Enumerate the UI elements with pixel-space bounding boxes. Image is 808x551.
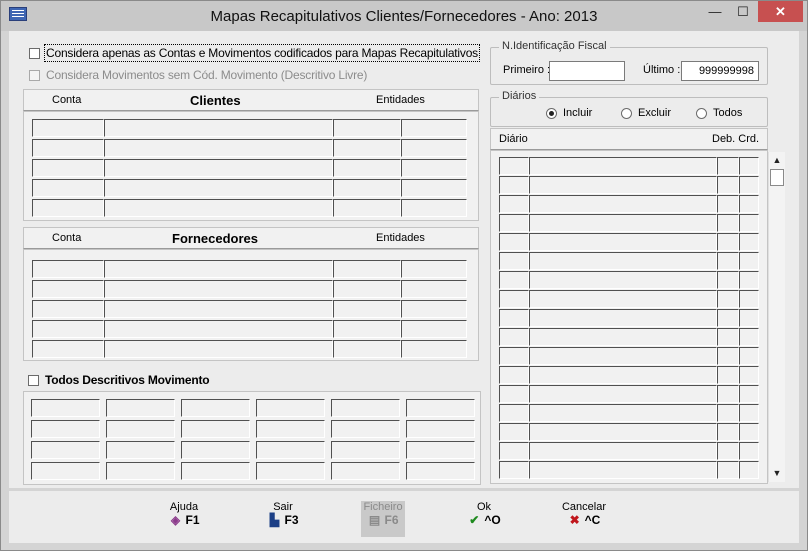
fornecedores-col-entidades: Entidades <box>376 232 425 244</box>
diario-col-debcrd: Deb. Crd. <box>712 133 760 145</box>
cancelar-button[interactable]: Cancelar ✖ ^C <box>559 501 609 537</box>
diario-grid-header: Diário Deb. Crd. <box>490 128 768 150</box>
radio-indicator-icon[interactable] <box>621 107 632 119</box>
todos-descritivos-label: Todos Descritivos Movimento <box>45 373 210 387</box>
close-button[interactable]: ✕ <box>758 1 803 22</box>
sair-button[interactable]: Sair ▙ F3 <box>260 501 306 537</box>
ok-key: ^O <box>484 513 501 527</box>
sair-key: F3 <box>284 513 299 527</box>
footer-toolbar: Ajuda ◈ F1 Sair ▙ F3 Ficheiro ▤ F6 Ok ✔ ^O C… <box>9 491 799 543</box>
diarios-todos-label: Todos <box>713 107 743 119</box>
diarios-excluir-radio[interactable]: Excluir <box>621 107 671 119</box>
ok-button[interactable]: Ok ✔ ^O <box>461 501 507 537</box>
fornecedores-col-conta: Conta <box>52 232 82 244</box>
diarios-todos-radio[interactable]: Todos <box>696 107 742 119</box>
ultimo-label: Último : <box>643 64 681 76</box>
maximize-button[interactable]: ☐ <box>729 1 757 22</box>
book-icon: ◈ <box>170 513 181 527</box>
ajuda-label: Ajuda <box>169 501 199 513</box>
ficheiro-button: Ficheiro ▤ F6 <box>361 501 405 537</box>
nif-group: N.Identificação Fiscal Primeiro : Último… <box>490 40 768 85</box>
ultimo-input[interactable] <box>681 61 759 81</box>
clientes-grid-header: Conta Clientes Entidades <box>23 89 479 111</box>
fornecedores-grid-title: Fornecedores <box>172 231 258 246</box>
clientes-grid-title: Clientes <box>190 93 241 108</box>
fornecedores-grid[interactable] <box>23 249 479 361</box>
codificados-label: Considera apenas as Contas e Movimentos … <box>44 44 480 62</box>
primeiro-label: Primeiro : <box>503 64 551 76</box>
primeiro-input[interactable] <box>549 61 625 81</box>
radio-indicator-icon[interactable] <box>696 107 707 119</box>
app-window: Mapas Recapitulativos Clientes/Fornecedo… <box>0 0 808 551</box>
ok-label: Ok <box>476 501 492 513</box>
scroll-up-arrow-icon[interactable]: ▲ <box>769 152 785 169</box>
sem-cod-label: Considera Movimentos sem Cód. Movimento … <box>46 68 368 82</box>
checkmark-icon: ✔ <box>469 513 480 527</box>
window-title: Mapas Recapitulativos Clientes/Fornecedo… <box>210 8 598 25</box>
todos-descritivos-checkbox[interactable] <box>28 374 39 386</box>
ficheiro-label: Ficheiro <box>363 501 403 513</box>
file-icon: ▤ <box>368 513 381 527</box>
fornecedores-grid-header: Conta Fornecedores Entidades <box>23 227 479 249</box>
ficheiro-key: F6 <box>384 513 399 527</box>
cross-icon: ✖ <box>569 513 580 527</box>
descritivos-grid[interactable] <box>23 391 481 485</box>
diario-grid[interactable] <box>490 150 768 484</box>
diarios-excluir-label: Excluir <box>638 107 672 119</box>
diarios-group: Diários Incluir Excluir Todos <box>490 90 768 127</box>
sem-cod-checkbox <box>29 69 40 81</box>
dialog-body: Considera apenas as Contas e Movimentos … <box>9 31 799 488</box>
cancelar-key: ^C <box>584 513 601 527</box>
codificados-checkbox-row[interactable]: Considera apenas as Contas e Movimentos … <box>29 44 480 62</box>
clientes-grid[interactable] <box>23 111 479 221</box>
clientes-col-conta: Conta <box>52 94 82 106</box>
exit-door-icon: ▙ <box>269 513 280 527</box>
diarios-group-title: Diários <box>499 90 540 102</box>
codificados-checkbox[interactable] <box>29 47 40 59</box>
diario-vertical-scrollbar[interactable]: ▲ ▼ <box>768 152 785 482</box>
scroll-down-arrow-icon[interactable]: ▼ <box>769 465 785 482</box>
scrollbar-thumb[interactable] <box>770 169 784 186</box>
todos-descritivos-checkbox-row[interactable]: Todos Descritivos Movimento <box>28 373 210 387</box>
ajuda-key: F1 <box>185 513 200 527</box>
sair-label: Sair <box>273 501 293 513</box>
cancelar-label: Cancelar <box>561 501 607 513</box>
ajuda-button[interactable]: Ajuda ◈ F1 <box>161 501 207 537</box>
nif-group-title: N.Identificação Fiscal <box>499 40 610 52</box>
title-bar: Mapas Recapitulativos Clientes/Fornecedo… <box>1 1 807 31</box>
clientes-col-entidades: Entidades <box>376 94 425 106</box>
minimize-button[interactable]: — <box>701 1 729 22</box>
radio-indicator-icon[interactable] <box>546 107 557 119</box>
sem-cod-checkbox-row: Considera Movimentos sem Cód. Movimento … <box>29 68 367 82</box>
diario-col-diario: Diário <box>499 133 528 145</box>
diarios-incluir-radio[interactable]: Incluir <box>546 107 592 119</box>
diarios-incluir-label: Incluir <box>563 107 593 119</box>
